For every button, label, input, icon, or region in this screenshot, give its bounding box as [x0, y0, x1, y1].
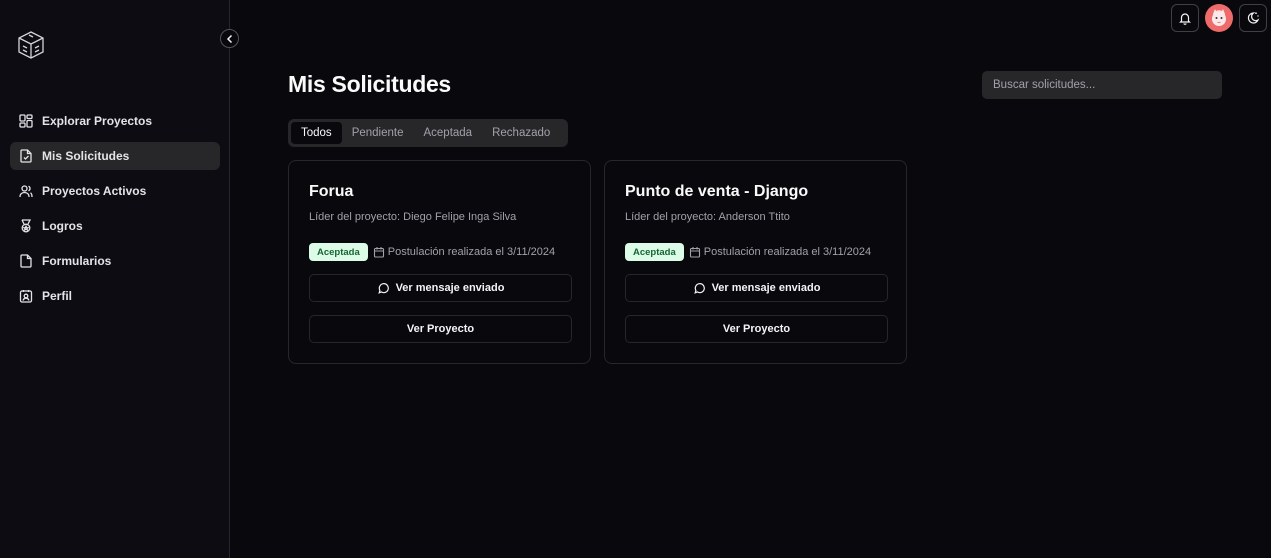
- sidebar-item-logros[interactable]: Logros: [10, 212, 220, 240]
- view-message-label: Ver mensaje enviado: [711, 282, 821, 294]
- sidebar-item-explorar-proyectos[interactable]: Explorar Proyectos: [10, 107, 220, 135]
- view-message-label: Ver mensaje enviado: [395, 282, 505, 294]
- sidebar-item-perfil[interactable]: Perfil: [10, 282, 220, 310]
- logo-icon[interactable]: [17, 30, 45, 60]
- avatar[interactable]: [1205, 4, 1233, 32]
- view-message-button[interactable]: Ver mensaje enviado: [625, 274, 888, 302]
- calendar-icon: [373, 246, 385, 258]
- file-check-icon: [19, 149, 33, 163]
- message-circle-icon: [693, 282, 705, 294]
- sidebar: Explorar Proyectos Mis Solicitudes Proye…: [0, 0, 230, 558]
- notifications-button[interactable]: [1171, 4, 1199, 32]
- card-leader: Líder del proyecto: Diego Felipe Inga Si…: [309, 211, 517, 223]
- search-input[interactable]: [982, 71, 1222, 99]
- sidebar-item-proyectos-activos[interactable]: Proyectos Activos: [10, 177, 220, 205]
- contact-icon: [19, 289, 33, 303]
- sidebar-item-formularios[interactable]: Formularios: [10, 247, 220, 275]
- view-project-button[interactable]: Ver Proyecto: [309, 315, 572, 343]
- sidebar-item-mis-solicitudes[interactable]: Mis Solicitudes: [10, 142, 220, 170]
- application-date: Postulación realizada el 3/11/2024: [703, 246, 872, 258]
- request-card: Forua Líder del proyecto: Diego Felipe I…: [288, 160, 591, 364]
- bell-icon: [1179, 13, 1191, 25]
- card-title: Punto de venta - Django: [625, 183, 809, 200]
- view-project-button[interactable]: Ver Proyecto: [625, 315, 888, 343]
- view-message-button[interactable]: Ver mensaje enviado: [309, 274, 572, 302]
- tab-todos[interactable]: Todos: [291, 122, 342, 144]
- users-icon: [19, 184, 33, 198]
- theme-toggle-button[interactable]: [1239, 4, 1267, 32]
- sidebar-item-label: Proyectos Activos: [42, 184, 147, 198]
- application-date: Postulación realizada el 3/11/2024: [387, 246, 556, 258]
- sidebar-item-label: Explorar Proyectos: [42, 114, 153, 128]
- collapse-sidebar-button[interactable]: [220, 29, 239, 48]
- file-icon: [19, 254, 33, 268]
- sidebar-item-label: Perfil: [42, 289, 73, 303]
- chevron-left-icon: [226, 34, 232, 43]
- sidebar-item-label: Mis Solicitudes: [42, 149, 130, 163]
- status-tabs: Todos Pendiente Aceptada Rechazado: [288, 119, 568, 147]
- message-circle-icon: [377, 282, 389, 294]
- status-badge: Aceptada: [625, 243, 684, 261]
- tab-rechazado[interactable]: Rechazado: [482, 122, 560, 144]
- card-meta: Aceptada Postulación realizada el 3/11/2…: [625, 243, 871, 261]
- page-title: Mis Solicitudes: [288, 71, 451, 97]
- medal-icon: [19, 219, 33, 233]
- tab-pendiente[interactable]: Pendiente: [342, 122, 414, 144]
- sidebar-item-label: Logros: [42, 219, 83, 233]
- request-card: Punto de venta - Django Líder del proyec…: [604, 160, 907, 364]
- sidebar-item-label: Formularios: [42, 254, 112, 268]
- grid-icon: [19, 114, 33, 128]
- sidebar-nav: Explorar Proyectos Mis Solicitudes Proye…: [10, 107, 220, 317]
- calendar-icon: [689, 246, 701, 258]
- moon-icon: [1247, 12, 1260, 24]
- tab-aceptada[interactable]: Aceptada: [413, 122, 482, 144]
- card-title: Forua: [309, 183, 354, 200]
- card-meta: Aceptada Postulación realizada el 3/11/2…: [309, 243, 555, 261]
- status-badge: Aceptada: [309, 243, 368, 261]
- card-leader: Líder del proyecto: Anderson Ttito: [625, 211, 790, 223]
